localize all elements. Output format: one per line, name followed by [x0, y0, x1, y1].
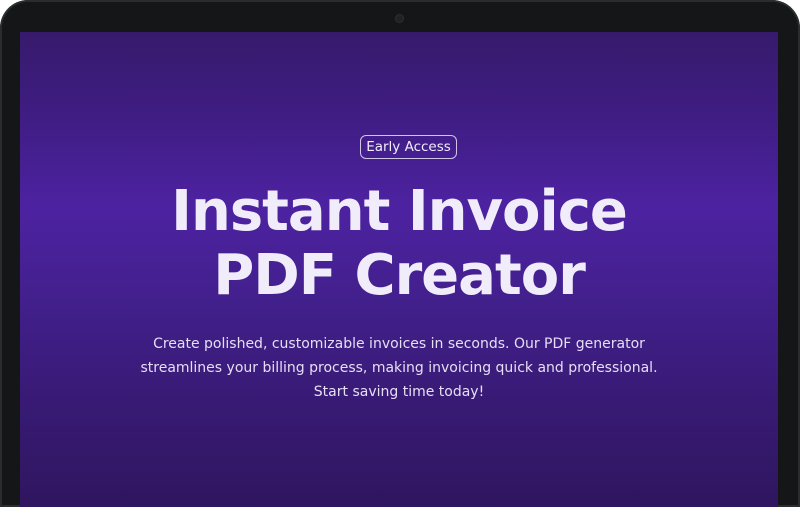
hero-description: Create polished, customizable invoices i… — [140, 336, 658, 400]
hero-title: Instant Invoice PDF Creator — [20, 180, 778, 308]
laptop-frame: Early Access Instant Invoice PDF Creator… — [0, 0, 800, 507]
hero-title-line-2: PDF Creator — [213, 243, 586, 308]
webcam-icon — [396, 15, 403, 22]
early-access-badge: Early Access — [360, 135, 457, 159]
hero-section: Early Access Instant Invoice PDF Creator… — [20, 32, 778, 507]
hero-title-line-1: Instant Invoice — [171, 179, 628, 244]
